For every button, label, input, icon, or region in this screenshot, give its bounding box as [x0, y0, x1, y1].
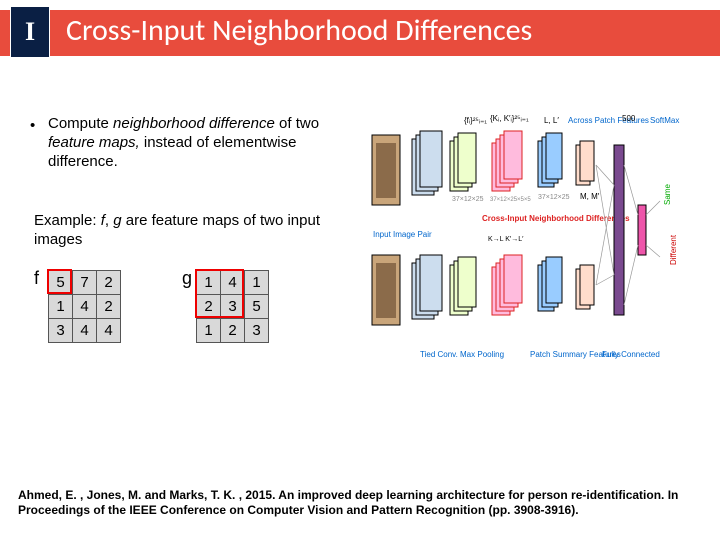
illinois-logo: I	[10, 6, 50, 58]
g-2-0: 1	[197, 319, 221, 343]
bullet-text: • Compute neighborhood difference of two…	[48, 115, 348, 171]
bullet-italic-2: feature maps,	[48, 134, 140, 151]
g-matrix-label: g	[182, 268, 192, 289]
f-matrix-label: f	[34, 268, 39, 289]
architecture-diagram: Input Image Pair Tied Conv. Max Pooling …	[370, 105, 700, 385]
g-2-1: 2	[221, 319, 245, 343]
g-2-2: 3	[245, 319, 269, 343]
label-ll: L, L′	[544, 116, 559, 125]
label-fi: {fᵢ}²⁵ᵢ₌₁	[464, 116, 487, 125]
bullet-italic-1: neighborhood difference	[113, 115, 275, 132]
g-0-2: 1	[245, 271, 269, 295]
citation-text: Ahmed, E. , Jones, M. and Marks, T. K. ,…	[18, 488, 702, 518]
label-dims-c: 37×12×25	[538, 194, 570, 201]
label-mm: M, M′	[580, 192, 600, 201]
example-comma: ,	[105, 212, 113, 229]
example-lead: Example:	[34, 212, 101, 229]
label-same: Same	[663, 184, 672, 205]
f-2-0: 3	[49, 319, 73, 343]
f-0-1: 7	[73, 271, 97, 295]
example-g: g	[113, 212, 121, 229]
label-dims-b: 37×12×25×5×5	[490, 197, 531, 203]
label-k5l: K→L K′→L′	[488, 236, 524, 243]
label-softmax: SoftMax	[650, 116, 679, 125]
label-fc: Fully Connected	[602, 350, 660, 359]
f-2-1: 4	[73, 319, 97, 343]
f-1-2: 2	[97, 295, 121, 319]
label-kk: {Kᵢ, K′ᵢ}²⁵ᵢ₌₁	[490, 114, 529, 123]
bullet-mid: of two	[275, 115, 319, 132]
bullet-dot-icon: •	[30, 117, 35, 136]
f-1-1: 4	[73, 295, 97, 319]
label-across-patch: Across Patch Features	[568, 116, 649, 125]
f-highlight-box	[47, 269, 72, 294]
f-1-0: 1	[49, 295, 73, 319]
example-text: Example: f, g are feature maps of two in…	[34, 212, 334, 250]
f-2-2: 4	[97, 319, 121, 343]
label-dims-a: 37×12×25	[452, 196, 484, 203]
label-500: 500	[622, 114, 636, 123]
label-different: Different	[669, 234, 678, 265]
f-0-2: 2	[97, 271, 121, 295]
label-input-pair: Input Image Pair	[373, 230, 432, 239]
g-1-2: 5	[245, 295, 269, 319]
g-highlight-box	[195, 269, 244, 318]
bullet-lead: Compute	[48, 115, 113, 132]
label-tied: Tied Conv. Max Pooling	[420, 350, 504, 359]
slide-title: Cross-Input Neighborhood Differences	[66, 12, 532, 49]
